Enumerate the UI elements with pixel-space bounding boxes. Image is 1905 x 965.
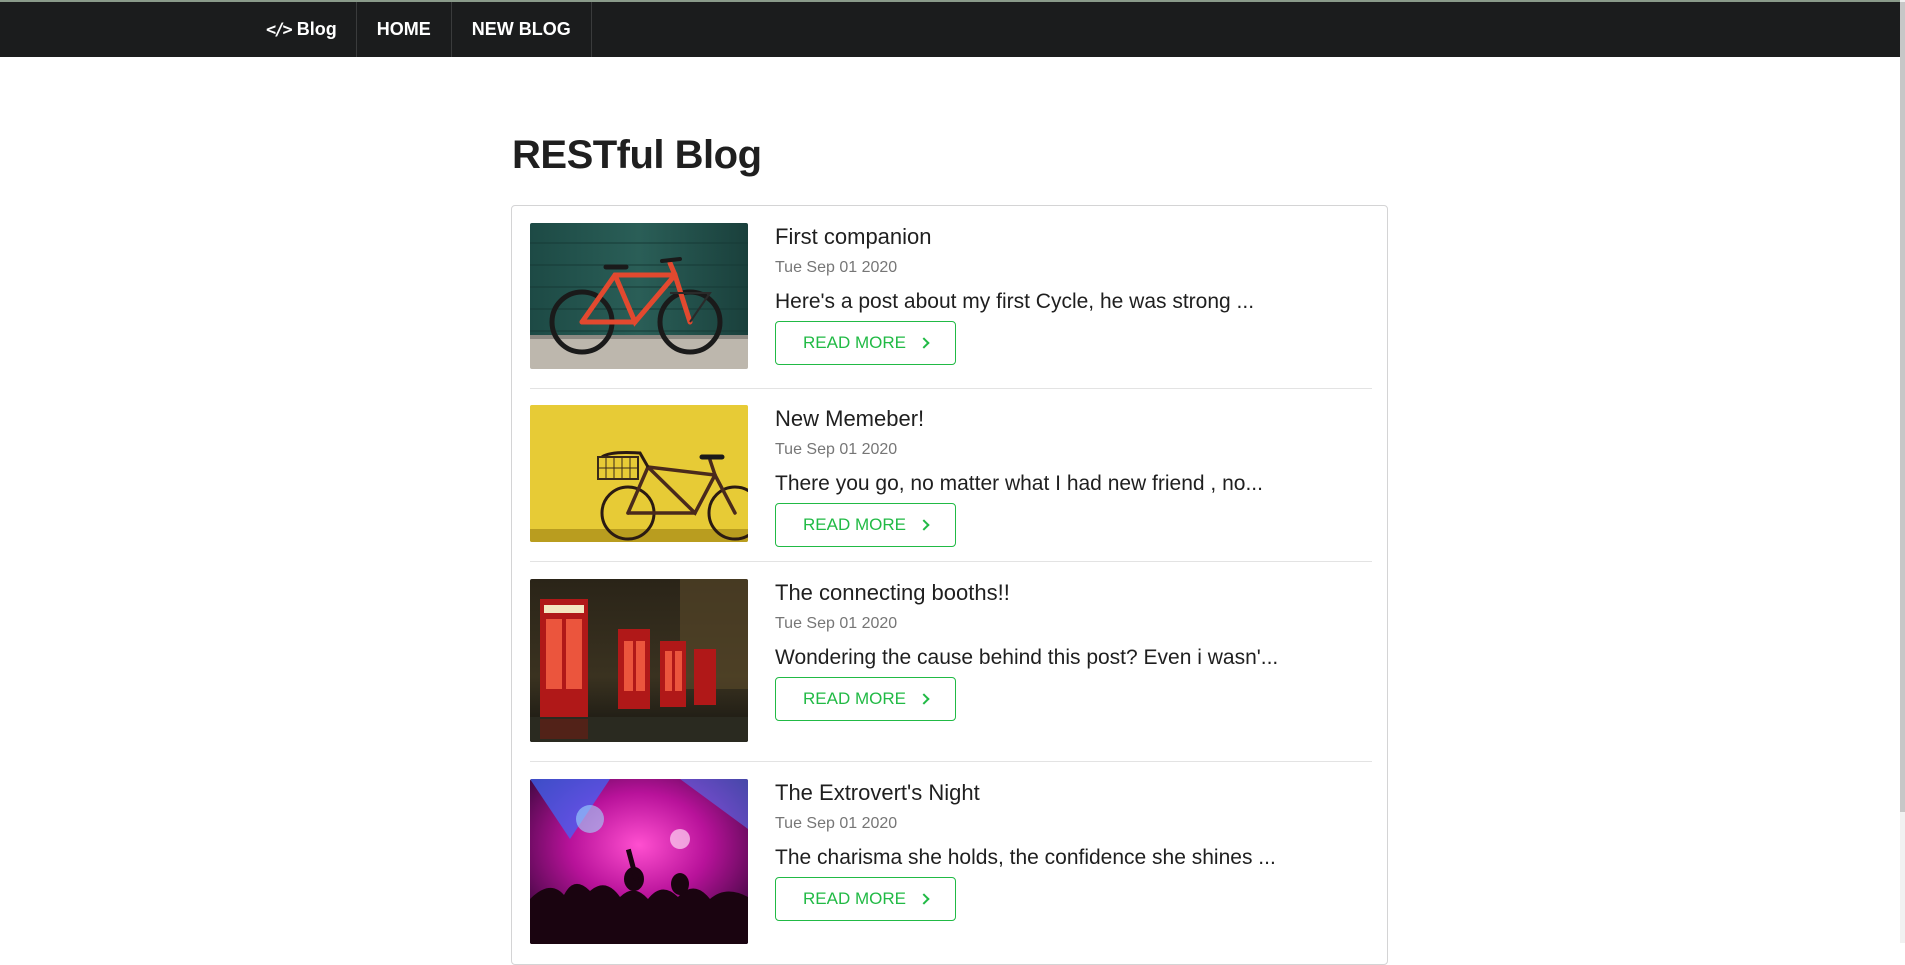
page-title: RESTful Blog (512, 133, 762, 177)
post-excerpt: Here's a post about my first Cycle, he w… (775, 290, 1255, 313)
post-date: Tue Sep 01 2020 (775, 615, 898, 632)
nav-menu: </> Blog HOME NEW BLOG (247, 2, 592, 57)
post-image-red-phone-booths[interactable] (530, 579, 748, 742)
post-date: Tue Sep 01 2020 (775, 815, 898, 832)
chevron-right-icon (918, 519, 930, 531)
chevron-right-icon (918, 693, 930, 705)
post-excerpt: There you go, no matter what I had new f… (775, 472, 1263, 495)
read-more-button[interactable]: READ MORE (775, 321, 956, 365)
post-title[interactable]: New Memeber! (775, 405, 1375, 433)
read-more-button[interactable]: READ MORE (775, 877, 956, 921)
read-more-button[interactable]: READ MORE (775, 503, 956, 547)
read-more-button[interactable]: READ MORE (775, 677, 956, 721)
nav-item-home[interactable]: HOME (357, 2, 452, 57)
nav-brand-blog[interactable]: </> Blog (247, 2, 357, 57)
post-divider (530, 761, 1372, 762)
page-scrollbar[interactable] (1900, 0, 1905, 943)
nav-item-label: NEW BLOG (471, 19, 571, 39)
post-title[interactable]: The Extrovert's Night (775, 779, 1375, 807)
post-content: The connecting booths!! Tue Sep 01 2020 … (775, 579, 1375, 721)
post-divider (530, 561, 1372, 562)
read-more-label: READ MORE (803, 889, 906, 908)
read-more-label: READ MORE (803, 689, 906, 708)
read-more-label: READ MORE (803, 333, 906, 352)
post-title[interactable]: First companion (775, 223, 1375, 251)
post-title[interactable]: The connecting booths!! (775, 579, 1375, 607)
chevron-right-icon (918, 893, 930, 905)
chevron-right-icon (918, 337, 930, 349)
post-date: Tue Sep 01 2020 (775, 441, 898, 458)
nav-item-label: HOME (376, 19, 431, 39)
post-content: New Memeber! Tue Sep 01 2020 There you g… (775, 405, 1375, 547)
post-image-orange-bicycle[interactable] (530, 223, 748, 369)
post-content: The Extrovert's Night Tue Sep 01 2020 Th… (775, 779, 1375, 921)
post-divider (530, 388, 1372, 389)
post-excerpt: Wondering the cause behind this post? Ev… (775, 646, 1279, 669)
code-icon: </> (266, 19, 293, 40)
post-image-concert-crowd[interactable] (530, 779, 748, 944)
top-navbar: </> Blog HOME NEW BLOG (0, 0, 1900, 57)
posts-list: First companion Tue Sep 01 2020 Here's a… (511, 205, 1388, 965)
post-excerpt: The charisma she holds, the confidence s… (775, 846, 1276, 869)
post-image-bicycle-yellow-wall[interactable] (530, 405, 748, 542)
nav-item-new-blog[interactable]: NEW BLOG (452, 2, 592, 57)
scrollbar-thumb[interactable] (1900, 2, 1905, 812)
post-content: First companion Tue Sep 01 2020 Here's a… (775, 223, 1375, 365)
nav-brand-label: Blog (296, 19, 337, 39)
post-date: Tue Sep 01 2020 (775, 259, 898, 276)
read-more-label: READ MORE (803, 515, 906, 534)
